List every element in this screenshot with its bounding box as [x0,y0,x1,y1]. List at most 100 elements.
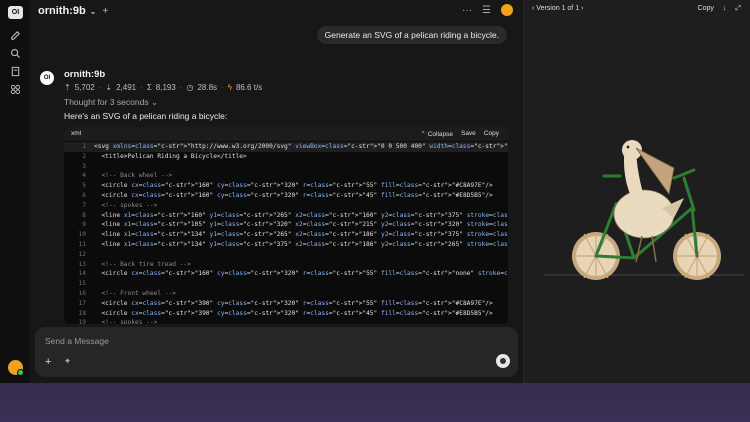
artifact-header: ‹ Version 1 of 1 › Copy ↓ ⤢ [524,0,750,18]
download-icon[interactable]: ↓ [723,5,727,13]
code-text: <circle cx=class="c-str">"390" cy=class=… [94,309,493,317]
code-text: <line x1=class="c-str">"105" y1=class="c… [94,221,508,229]
pelican-leg [635,235,643,263]
code-line: 18 <circle cx=class="c-str">"390" cy=cla… [64,309,508,319]
voice-mode-button[interactable] [496,354,510,368]
code-line: 3 [64,162,508,172]
code-line: 6 <circle cx=class="c-str">"160" cy=clas… [64,191,508,201]
line-number: 1 [82,143,86,150]
code-line: 14 <circle cx=class="c-str">"160" cy=cla… [64,269,508,279]
speed-icon: ϟ [227,83,232,92]
code-line: 13 <!-- Back tire tread --> [64,260,508,270]
copy-code-button[interactable]: Copy [484,130,499,138]
line-number: 10 [78,231,86,239]
line-number: 15 [78,280,86,288]
top-bar: ornith:9b ⌄ + ··· ☰ [30,0,523,22]
assistant-intro-text: Here's an SVG of a pelican riding a bicy… [64,111,228,121]
version-nav[interactable]: ‹ Version 1 of 1 › [532,5,583,12]
prompt-tokens: 5,702 [74,83,95,92]
controls-icon[interactable]: ☰ [482,5,491,16]
code-line: 5 <circle cx=class="c-str">"160" cy=clas… [64,181,508,191]
pelican-eye [626,145,630,149]
save-button[interactable]: Save [461,130,476,138]
code-line: 17 <circle cx=class="c-str">"390" cy=cla… [64,299,508,309]
code-text: <svg xmlns=class="c-str">"http://www.w3.… [94,143,508,150]
code-line: 2 <title>Pelican Riding a Bicycle</title… [64,152,508,162]
code-line: 7 <!-- spokes --> [64,201,508,211]
model-selector[interactable]: ornith:9b ⌄ + [38,5,108,17]
code-line: 19 <!-- spokes --> [64,318,508,324]
code-line: 10 <line x1=class="c-str">"134" y1=class… [64,230,508,240]
message-input[interactable]: Send a Message [45,336,109,346]
prompt-tokens-icon: ⇡ [64,83,71,92]
chat-panel: ornith:9b ⌄ + ··· ☰ Generate an SVG of a p… [30,0,523,383]
code-line: 9 <line x1=class="c-str">"105" y1=class=… [64,220,508,230]
thought-label: Thought for 3 seconds [64,97,149,107]
add-model-button[interactable]: + [102,6,108,17]
assistant-name: ornith:9b [64,69,106,80]
pelican-bicycle-preview [544,140,744,280]
chevron-down-icon: ⌄ [150,97,159,107]
left-rail: OI [0,0,31,383]
completion-tokens-icon: ⇣ [105,83,113,92]
code-text: <title>Pelican Riding a Bicycle</title> [94,152,247,160]
app-logo[interactable]: OI [8,6,23,19]
workspace-icon[interactable] [8,82,22,96]
code-text: <!-- Back wheel --> [94,172,173,180]
version-label: Version 1 of 1 [536,5,580,12]
code-lines[interactable]: 1 <svg xmlns=class="c-str">"http://www.w3… [64,141,508,324]
attach-button[interactable]: + [45,356,51,368]
tools-button[interactable]: ⌖ [65,356,70,367]
code-line: 1 <svg xmlns=class="c-str">"http://www.w3… [64,142,508,152]
app-window: OI ornith:9b ⌄ + ··· ☰ Generate an SVG of … [0,0,750,383]
model-name: ornith:9b [38,5,86,17]
artifact-panel: ‹ Version 1 of 1 › Copy ↓ ⤢ [523,0,750,383]
code-line: 15 [64,279,508,289]
total-tokens: 8,193 [155,83,176,92]
collapse-label: Collapse [427,131,453,138]
speed: 86.6 t/s [235,83,263,92]
code-text: <!-- spokes --> [94,201,158,209]
line-number: 5 [82,182,86,190]
copy-artifact-button[interactable]: Copy [698,5,714,13]
code-text: <line x1=class="c-str">"134" y1=class="c… [94,240,508,248]
fullscreen-icon[interactable]: ⤢ [735,5,741,13]
line-number: 3 [82,162,86,170]
notes-icon[interactable] [8,64,22,78]
thought-toggle[interactable]: Thought for 3 seconds ⌄ [64,97,158,108]
line-number: 19 [78,319,86,324]
collapse-icon: ⌃ [420,131,428,138]
chevron-right-icon[interactable]: › [579,5,583,12]
line-number: 14 [78,270,86,278]
code-text: <circle cx=class="c-str">"160" cy=class=… [94,191,493,199]
line-number: 9 [82,221,86,229]
code-line: 4 <!-- Back wheel --> [64,171,508,181]
more-options-icon[interactable]: ··· [462,5,472,16]
line-number: 6 [82,191,86,199]
code-text: <circle cx=class="c-str">"390" cy=class=… [94,299,493,307]
pelican-beak [635,147,675,195]
code-block: xml ⌃ Collapse Save Copy 1 <svg xmlns=cla… [64,127,508,324]
code-text: <circle cx=class="c-str">"160" cy=class=… [94,270,508,278]
code-line: 12 [64,250,508,260]
code-text: <line x1=class="c-str">"134" y1=class="c… [94,231,508,239]
collapse-button[interactable]: ⌃ Collapse [420,130,453,138]
line-number: 18 [78,309,86,317]
total-tokens-icon: Σ [146,83,152,92]
profile-avatar[interactable] [501,4,513,16]
code-text: <circle cx=class="c-str">"160" cy=class=… [94,182,493,190]
user-message-bubble: Generate an SVG of a pelican riding a bi… [316,26,507,44]
search-icon[interactable] [8,46,22,60]
code-text: <!-- spokes --> [94,319,158,324]
chevron-down-icon[interactable]: ⌄ [90,7,97,16]
code-text: <line x1=class="c-str">"160" y1=class="c… [94,211,508,219]
code-text: <!-- Back tire tread --> [94,260,191,268]
user-avatar[interactable] [8,360,24,376]
message-composer: Send a Message + ⌖ [35,327,518,377]
new-chat-icon[interactable] [8,28,22,42]
code-text: <!-- Front wheel --> [94,289,176,297]
code-language: xml [71,130,82,137]
line-number: 2 [82,152,86,160]
